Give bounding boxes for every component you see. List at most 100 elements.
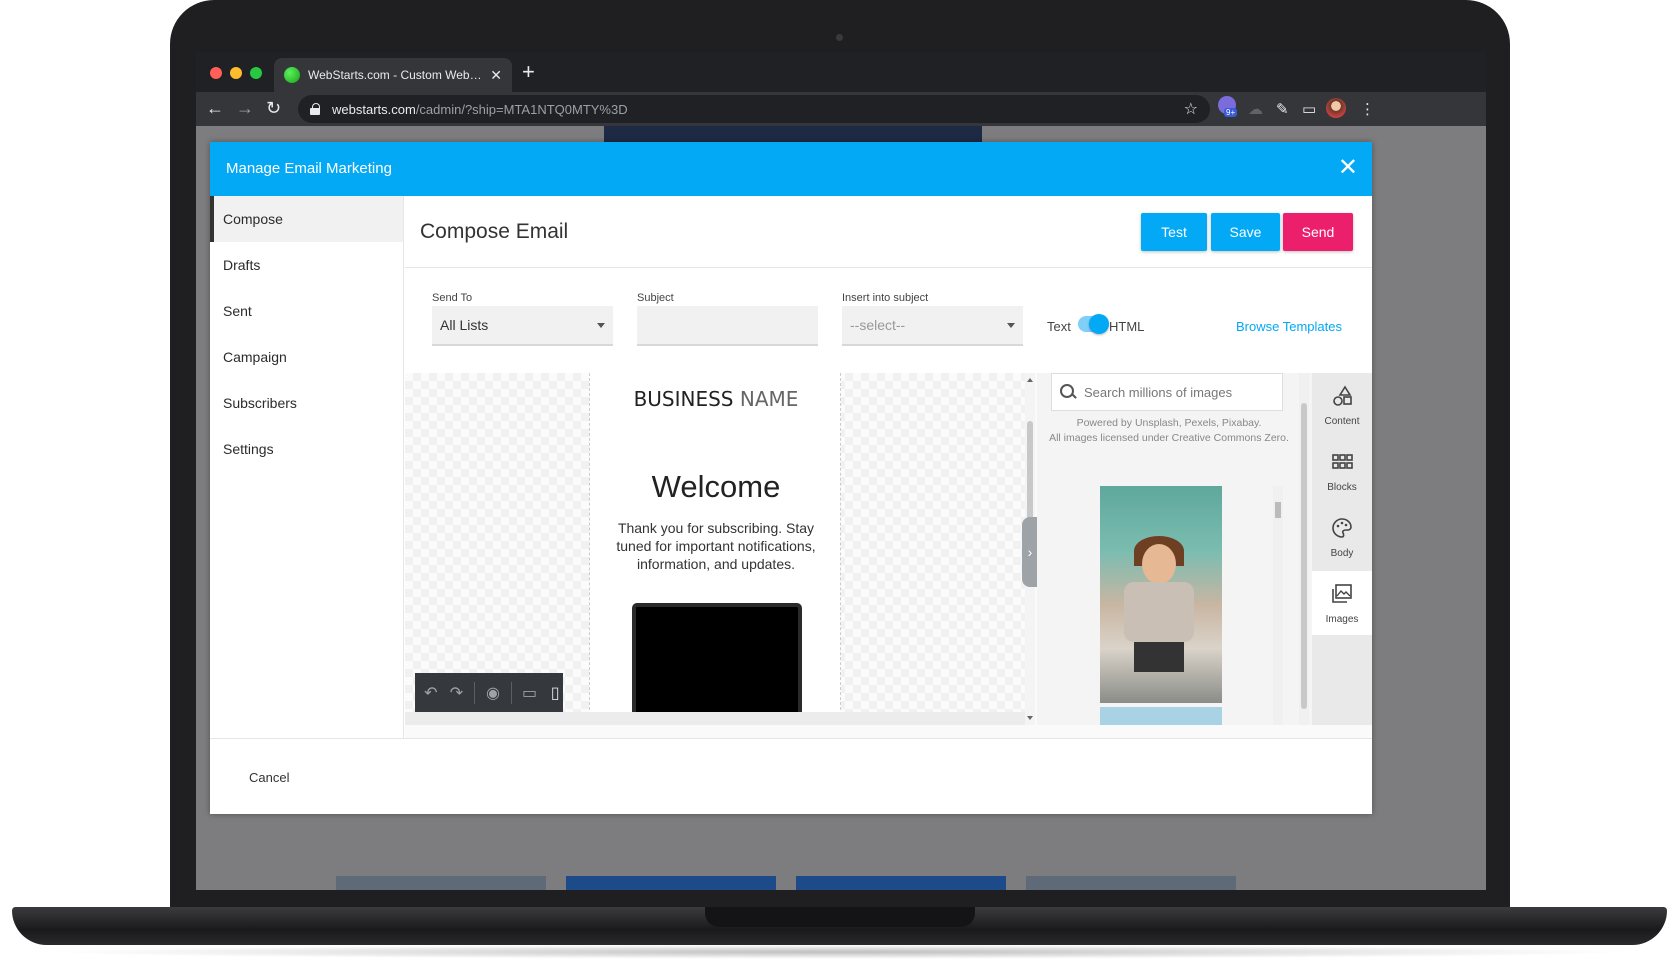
business-name-light: NAME: [739, 387, 799, 411]
sidebar-item-drafts[interactable]: Drafts: [210, 242, 403, 288]
forward-icon[interactable]: →: [236, 97, 254, 119]
email-editor: BUSINESS NAME Welcome Thank you for subs…: [405, 373, 1372, 738]
send-to-value: All Lists: [440, 317, 489, 333]
scroll-up-icon[interactable]: [1027, 378, 1033, 382]
url-path: /cadmin/?ship=MTA1NTQ0MTY%3D: [415, 101, 628, 117]
subject-input[interactable]: [637, 306, 818, 346]
insert-subject-label: Insert into subject: [842, 292, 929, 304]
horizontal-scrollbar[interactable]: [405, 712, 1025, 725]
image-search-input[interactable]: Search millions of images: [1051, 373, 1283, 411]
text-html-toggle[interactable]: [1078, 314, 1109, 334]
lock-icon: [310, 103, 320, 115]
business-name-bold: BUSINESS: [633, 387, 734, 411]
sidebar-item-sent[interactable]: Sent: [210, 288, 403, 334]
send-to-select[interactable]: All Lists: [432, 306, 613, 346]
browse-templates-link[interactable]: Browse Templates: [1236, 319, 1342, 334]
media-block[interactable]: [632, 603, 802, 725]
sidebar-item-compose[interactable]: Compose: [210, 196, 403, 242]
new-tab-button[interactable]: +: [522, 59, 535, 85]
editor-toolbar: ↶ ↷ ◉ ▭ ▯: [415, 673, 563, 713]
insert-subject-select[interactable]: --select--: [842, 306, 1023, 346]
chevron-right-icon: ›: [1027, 544, 1033, 560]
extensions-puzzle-icon[interactable]: ✎: [1276, 100, 1289, 118]
reload-icon[interactable]: ↻: [266, 97, 281, 119]
window-close-button[interactable]: [210, 67, 222, 79]
laptop-shadow: [40, 945, 1640, 959]
welcome-body-text[interactable]: Thank you for subscribing. Stay tuned fo…: [612, 519, 820, 573]
palette-icon: [1332, 518, 1352, 538]
laptop-notch: [705, 907, 975, 927]
page-title: Compose Email: [420, 220, 569, 243]
stock-photo-thumbnail[interactable]: [1100, 707, 1222, 725]
search-icon: [1060, 384, 1076, 400]
tab-body[interactable]: Body: [1312, 505, 1372, 569]
send-button[interactable]: Send: [1283, 213, 1353, 251]
tab-close-icon[interactable]: ✕: [490, 67, 502, 84]
camera: [836, 34, 843, 41]
redo-icon[interactable]: ↷: [449, 683, 465, 703]
subject-label: Subject: [637, 292, 674, 304]
menu-kebab-icon[interactable]: ⋮: [1360, 100, 1375, 118]
image-list-scrollbar[interactable]: [1273, 486, 1283, 725]
editor-side-tabs: Content Blocks Body Images: [1312, 373, 1372, 725]
back-icon[interactable]: ←: [206, 97, 224, 119]
profile-avatar[interactable]: [1326, 98, 1346, 118]
bookmark-star-icon[interactable]: ☆: [1184, 99, 1198, 119]
screen: WebStarts.com - Custom Web… ✕ + ← → ↻ we…: [196, 52, 1486, 890]
shapes-icon: [1333, 385, 1352, 406]
background-bar: [796, 876, 1006, 890]
preview-eye-icon[interactable]: ◉: [485, 683, 501, 703]
window-minimize-button[interactable]: [230, 67, 242, 79]
window-zoom-button[interactable]: [250, 67, 262, 79]
desktop-view-icon[interactable]: ▭: [522, 683, 538, 703]
sidebar-nav: Compose Drafts Sent Campaign Subscribers…: [210, 196, 404, 738]
scroll-thumb[interactable]: [1301, 403, 1307, 709]
background-bar: [336, 876, 546, 890]
scroll-thumb[interactable]: [1027, 421, 1033, 521]
mobile-view-icon[interactable]: ▯: [547, 683, 563, 703]
tab-images[interactable]: Images: [1312, 571, 1372, 635]
test-button[interactable]: Test: [1141, 213, 1207, 251]
sidebar-item-subscribers[interactable]: Subscribers: [210, 380, 403, 426]
business-name[interactable]: BUSINESS NAME: [590, 387, 840, 411]
cancel-button[interactable]: Cancel: [249, 770, 289, 785]
panel-collapse-handle[interactable]: ›: [1022, 517, 1038, 587]
extension-badge-count: 9+: [1224, 108, 1238, 117]
photo-detail: [1134, 642, 1184, 672]
panel-scrollbar[interactable]: [1299, 373, 1309, 725]
editor-canvas[interactable]: BUSINESS NAME Welcome Thank you for subs…: [405, 373, 1035, 725]
tab-body-label: Body: [1330, 548, 1354, 559]
stock-photo-thumbnail[interactable]: [1100, 486, 1222, 703]
extension-badge-icon[interactable]: 9+: [1218, 96, 1238, 117]
scroll-down-icon[interactable]: [1027, 716, 1033, 720]
address-bar[interactable]: webstarts.com/cadmin/?ship=MTA1NTQ0MTY%3…: [298, 95, 1210, 123]
background-banner: [604, 126, 982, 142]
sync-icon[interactable]: ☁: [1248, 100, 1263, 118]
send-to-label: Send To: [432, 292, 473, 304]
undo-icon[interactable]: ↶: [423, 683, 439, 703]
browser-tab[interactable]: WebStarts.com - Custom Web… ✕: [274, 58, 512, 92]
email-preview[interactable]: BUSINESS NAME Welcome Thank you for subs…: [589, 373, 841, 725]
cast-icon[interactable]: ▭: [1302, 100, 1316, 118]
sidebar-item-settings[interactable]: Settings: [210, 426, 403, 472]
background-bar: [1026, 876, 1236, 890]
close-icon[interactable]: ✕: [1338, 155, 1358, 181]
tab-content[interactable]: Content: [1312, 373, 1372, 437]
tab-title: WebStarts.com - Custom Web…: [308, 68, 482, 82]
sidebar-item-campaign[interactable]: Campaign: [210, 334, 403, 380]
toggle-knob: [1089, 314, 1109, 334]
photo-detail: [1142, 544, 1176, 584]
background-bar: [566, 876, 776, 890]
tab-content-label: Content: [1324, 416, 1360, 427]
favicon-icon: [284, 67, 300, 83]
toggle-html-label: HTML: [1109, 319, 1145, 334]
welcome-heading[interactable]: Welcome: [590, 469, 840, 505]
tab-images-label: Images: [1325, 614, 1359, 625]
url-host: webstarts.com: [332, 101, 416, 117]
save-button[interactable]: Save: [1211, 213, 1280, 251]
tab-blocks-label: Blocks: [1327, 482, 1357, 493]
email-marketing-modal: Manage Email Marketing ✕ Compose Drafts …: [210, 142, 1372, 814]
photo-detail: [1124, 582, 1194, 642]
scroll-thumb[interactable]: [1275, 502, 1281, 518]
tab-blocks[interactable]: Blocks: [1312, 439, 1372, 503]
